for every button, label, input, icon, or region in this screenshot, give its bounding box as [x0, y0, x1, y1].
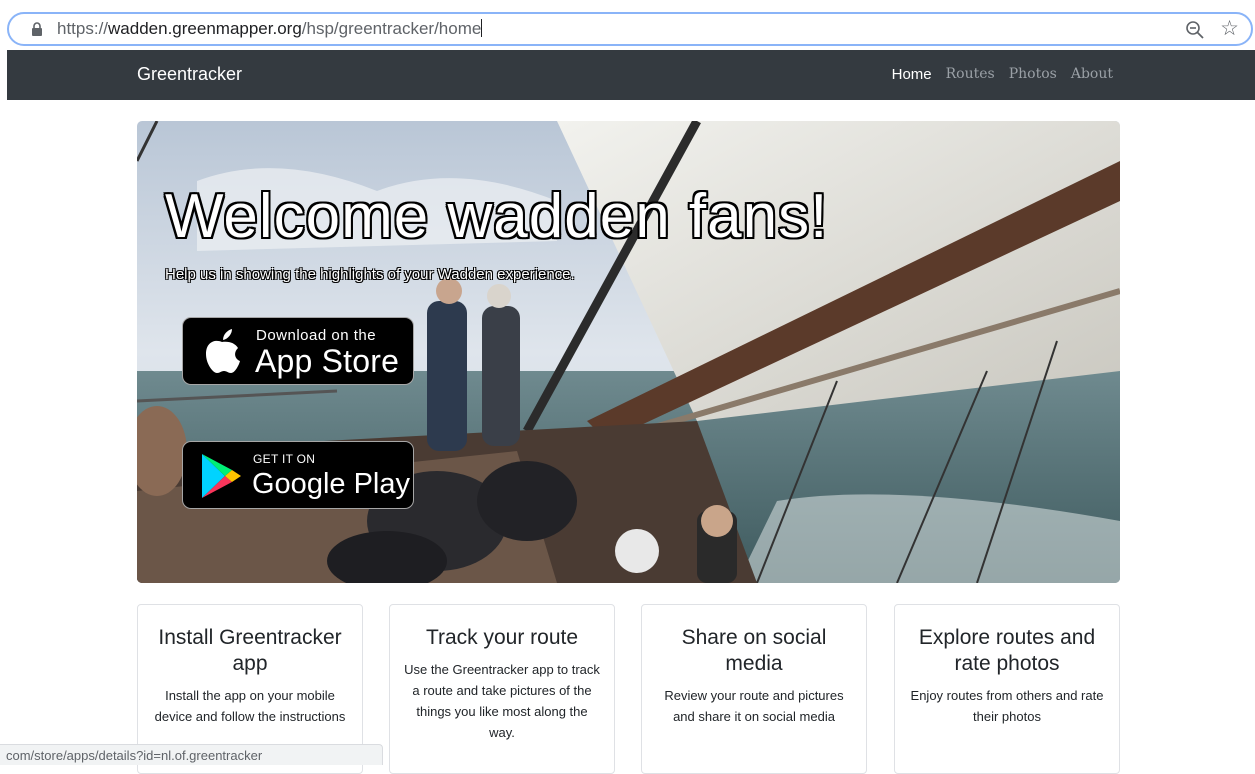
hero-banner: Welcome wadden fans! Help us in showing … [137, 121, 1120, 583]
card-title: Explore routes and rate photos [918, 626, 1096, 675]
browser-toolbar: https://wadden.greenmapper.org/hsp/green… [0, 0, 1255, 50]
navbar-brand[interactable]: Greentracker [137, 64, 242, 85]
app-store-top-line: Download on the [256, 327, 377, 344]
hero-subtitle: Help us in showing the highlights of you… [165, 266, 575, 283]
link-status-bar: com/store/apps/details?id=nl.of.greentra… [0, 744, 383, 765]
status-url-text: com/store/apps/details?id=nl.of.greentra… [6, 748, 263, 763]
card-title: Track your route [425, 626, 579, 649]
google-play-icon [202, 454, 241, 498]
address-bar[interactable]: https://wadden.greenmapper.org/hsp/green… [7, 12, 1253, 46]
google-play-top-line: GET IT ON [253, 452, 316, 466]
url-scheme: https:// [57, 19, 109, 38]
app-store-main-line: App Store [255, 343, 400, 379]
google-play-main-line: Google Play [252, 468, 410, 500]
zoom-out-icon[interactable] [1185, 20, 1205, 40]
nav-link-photos[interactable]: Photos [1009, 66, 1057, 83]
card-title: Install Greentracker app [158, 626, 342, 675]
google-play-badge[interactable]: GET IT ON Google Play [182, 441, 414, 509]
apple-icon [206, 329, 240, 373]
site-navbar: Greentracker Home Routes Photos About [7, 50, 1255, 100]
feature-card-explore: Explore routes and rate photos Enjoy rou… [894, 604, 1120, 774]
nav-link-routes[interactable]: Routes [946, 66, 995, 83]
card-title: Share on social media [681, 626, 827, 675]
card-text: Enjoy routes from others and rate their … [910, 688, 1104, 724]
nav-link-about[interactable]: About [1071, 66, 1113, 83]
text-cursor [481, 19, 483, 37]
app-store-badge[interactable]: Download on the App Store [182, 317, 414, 385]
feature-card-share: Share on social media Review your route … [641, 604, 867, 774]
bookmark-star-icon[interactable]: ☆ [1220, 18, 1239, 40]
url-text[interactable]: https://wadden.greenmapper.org/hsp/green… [57, 19, 483, 39]
nav-link-home[interactable]: Home [892, 66, 932, 83]
url-domain: wadden.greenmapper.org [108, 19, 302, 38]
nav-links: Home Routes Photos About [878, 66, 1113, 83]
card-text: Install the app on your mobile device an… [154, 688, 346, 724]
url-path: /hsp/greentracker/home [301, 19, 482, 38]
card-text: Use the Greentracker app to track a rout… [404, 662, 600, 740]
lock-icon[interactable] [31, 22, 43, 36]
hero-title: Welcome wadden fans! [165, 182, 829, 251]
card-text: Review your route and pictures and share… [664, 688, 844, 724]
feature-card-track: Track your route Use the Greentracker ap… [389, 604, 615, 774]
